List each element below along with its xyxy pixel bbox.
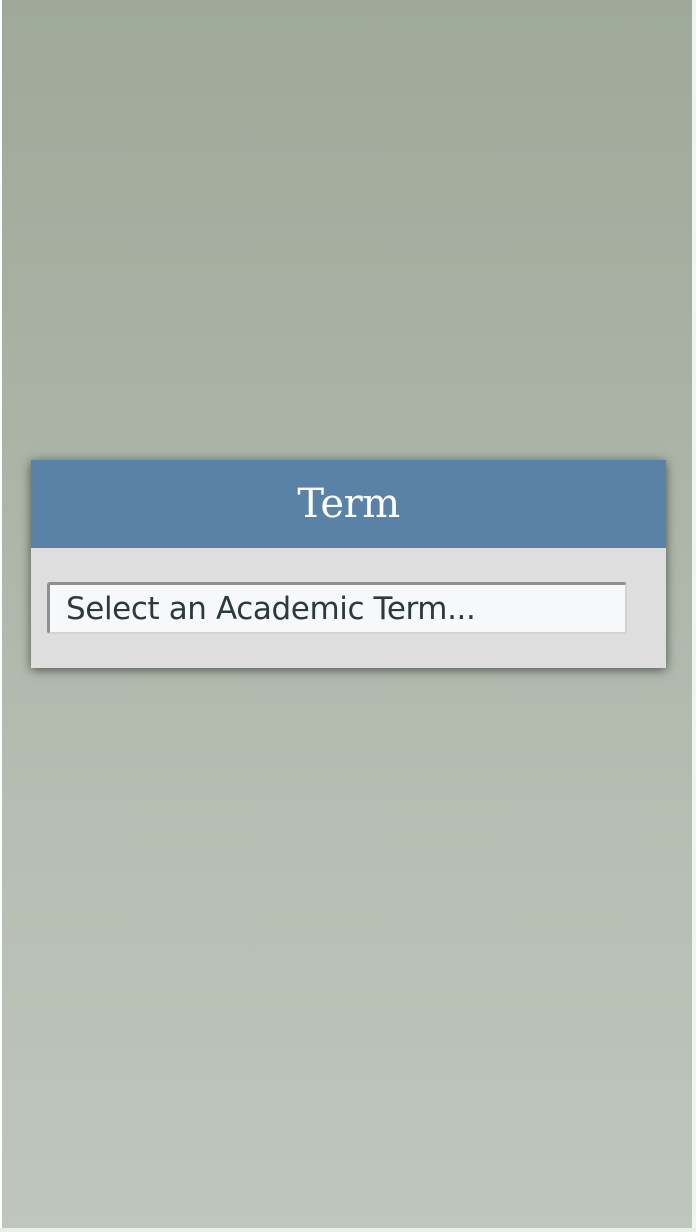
academic-term-select[interactable]: Select an Academic Term... xyxy=(47,582,627,634)
window-bottom-edge xyxy=(0,1228,696,1232)
page-background: Term Select an Academic Term... xyxy=(2,0,692,1228)
term-panel: Term Select an Academic Term... xyxy=(31,460,666,668)
term-panel-header: Term xyxy=(31,460,666,548)
window-right-edge xyxy=(692,0,696,1232)
term-title: Term xyxy=(297,481,400,527)
academic-term-select-placeholder: Select an Academic Term... xyxy=(66,590,476,627)
term-panel-body: Select an Academic Term... xyxy=(31,548,666,634)
